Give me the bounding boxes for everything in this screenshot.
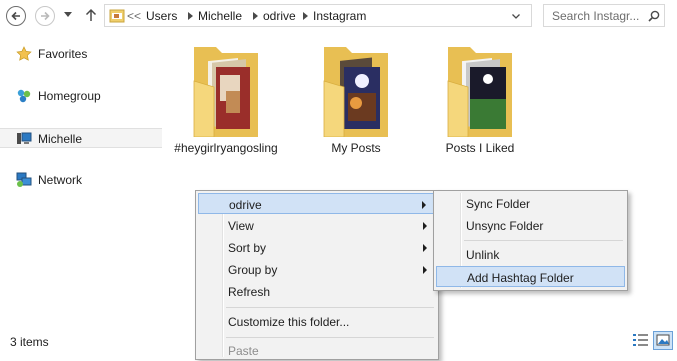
folder-name: My Posts [331, 141, 381, 155]
breadcrumb-separator-icon[interactable] [253, 12, 258, 20]
navigation-bar: << Users Michelle odrive Instagram Searc… [0, 0, 677, 33]
arrow-right-icon [41, 11, 50, 21]
submenu-arrow-icon [423, 266, 427, 274]
menu-item-label: View [228, 219, 254, 233]
breadcrumb-separator-icon[interactable] [188, 12, 193, 20]
forward-button[interactable] [35, 6, 55, 26]
sidebar-item-homegroup[interactable]: Homegroup [0, 86, 162, 106]
address-history-chevron-icon[interactable] [512, 14, 520, 19]
menu-item-group-by[interactable]: Group by [198, 259, 436, 280]
large-icons-view-button[interactable] [653, 331, 673, 350]
recent-locations-chevron-icon[interactable] [64, 12, 72, 18]
network-icon [16, 172, 32, 187]
menu-item-refresh[interactable]: Refresh [198, 281, 436, 302]
sidebar-item-label: Michelle [38, 132, 83, 146]
folder-name: Posts I Liked [445, 141, 515, 155]
menu-item-view[interactable]: View [198, 215, 436, 236]
menu-item-label: Unsync Folder [466, 219, 544, 233]
menu-item-label: Sort by [228, 241, 267, 255]
breadcrumb-odrive[interactable]: odrive [263, 9, 296, 23]
menu-item-label: Add Hashtag Folder [467, 271, 574, 285]
sidebar-item-label: Homegroup [38, 89, 101, 103]
details-view-icon[interactable] [632, 332, 649, 348]
sidebar-item-michelle[interactable]: Michelle [0, 128, 162, 148]
menu-separator [226, 337, 434, 338]
folder-item[interactable]: Posts I Liked [425, 41, 535, 156]
item-count: 3 items [10, 335, 49, 349]
menu-item-label: Paste [228, 344, 259, 358]
folder-name: #heygirlryangosling [174, 141, 278, 155]
arrow-left-icon [11, 11, 20, 21]
computer-icon [17, 132, 32, 144]
submenu-arrow-icon [423, 222, 427, 230]
folder-icon [193, 47, 258, 137]
breadcrumb-overflow[interactable]: << [127, 9, 141, 23]
menu-item-label: Sync Folder [466, 197, 531, 211]
up-arrow-icon[interactable] [85, 8, 97, 22]
folder-item[interactable]: #heygirlryangosling [171, 41, 281, 156]
menu-item-label: odrive [229, 198, 262, 212]
submenu-arrow-icon [422, 201, 426, 209]
menu-item-unsync-folder[interactable]: Unsync Folder [436, 215, 625, 236]
back-button[interactable] [6, 6, 26, 26]
search-input[interactable]: Search Instagr... [552, 9, 639, 23]
sidebar-item-label: Network [38, 173, 83, 187]
menu-separator [226, 307, 434, 308]
menu-item-label: Group by [228, 263, 278, 277]
homegroup-icon [17, 89, 31, 103]
folder-icon [447, 47, 512, 137]
large-icons-view-icon [656, 334, 670, 346]
search-box[interactable]: Search Instagr... [543, 4, 665, 27]
folder-location-icon [109, 9, 125, 23]
menu-item-sort-by[interactable]: Sort by [198, 237, 436, 258]
menu-item-label: Refresh [228, 285, 271, 299]
star-icon [16, 46, 32, 61]
odrive-submenu: Sync Folder Unsync Folder Unlink Add Has… [433, 190, 628, 291]
search-icon[interactable] [648, 10, 660, 22]
navigation-pane: Favorites Homegroup Michelle Network [0, 33, 164, 325]
menu-item-label: Customize this folder... [228, 315, 350, 329]
menu-item-sync-folder[interactable]: Sync Folder [436, 193, 625, 214]
submenu-arrow-icon [423, 244, 427, 252]
menu-item-customize-folder[interactable]: Customize this folder... [198, 311, 436, 332]
breadcrumb-separator-icon[interactable] [303, 12, 308, 20]
sidebar-item-favorites[interactable]: Favorites [0, 44, 162, 64]
sidebar-item-label: Favorites [38, 47, 88, 61]
menu-separator [464, 240, 623, 241]
folder-item[interactable]: My Posts [301, 41, 411, 156]
menu-item-unlink[interactable]: Unlink [436, 244, 625, 265]
breadcrumb-users[interactable]: Users [146, 9, 177, 23]
address-bar[interactable]: << Users Michelle odrive Instagram [104, 4, 625, 27]
folder-icon [323, 47, 388, 137]
menu-item-label: Unlink [466, 248, 500, 262]
context-menu: odrive View Sort by Group by Refresh Cus… [195, 190, 439, 360]
menu-item-add-hashtag-folder[interactable]: Add Hashtag Folder [436, 266, 625, 287]
breadcrumb-instagram[interactable]: Instagram [313, 9, 366, 23]
breadcrumb-michelle[interactable]: Michelle [198, 9, 242, 23]
menu-item-odrive[interactable]: odrive [198, 193, 436, 214]
sidebar-item-network[interactable]: Network [0, 170, 162, 190]
